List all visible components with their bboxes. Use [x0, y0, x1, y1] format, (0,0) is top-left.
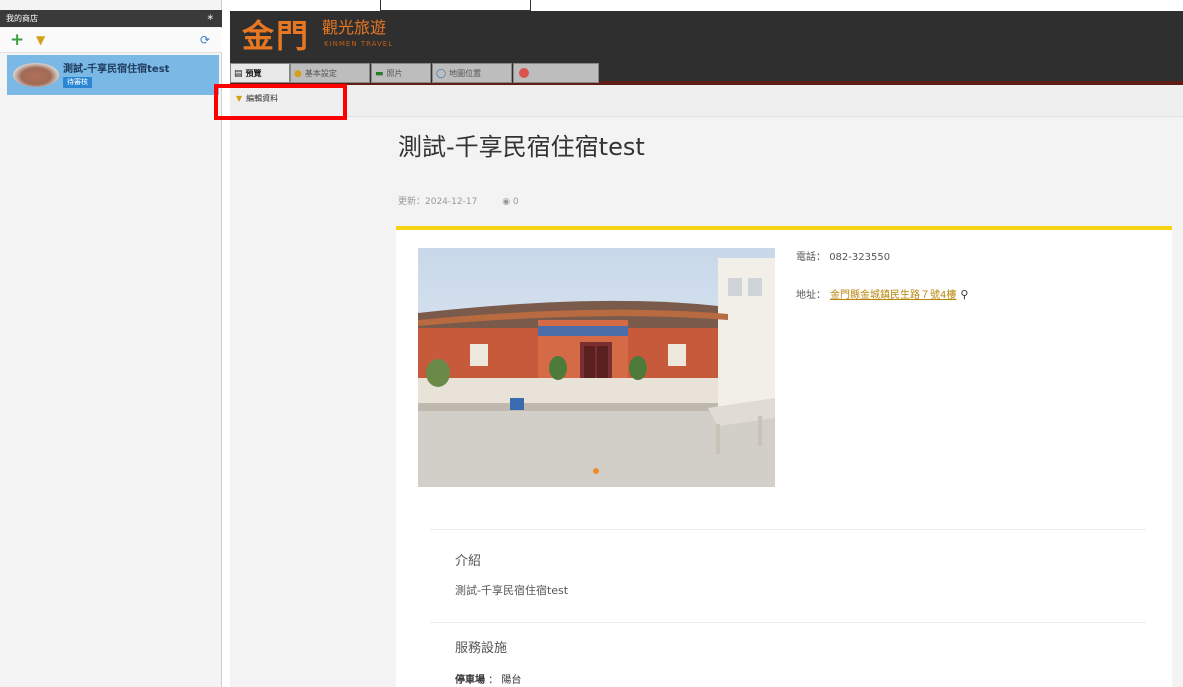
tab-label: 照片: [386, 69, 403, 78]
divider: [430, 622, 1146, 623]
map-pin-icon[interactable]: ⚲: [960, 288, 968, 301]
tab-settings[interactable]: ● 基本設定: [290, 63, 370, 83]
tab-photos[interactable]: ▬ 照片: [371, 63, 431, 83]
intro-heading: 介紹: [455, 554, 482, 569]
photo-icon: ▬: [375, 69, 384, 79]
preview-icon: ▤: [234, 69, 243, 79]
tab-preview[interactable]: ▤ 預覽: [230, 63, 290, 83]
tab-label: 基本設定: [304, 69, 337, 78]
sidebar-title: 我的商店: [6, 14, 38, 23]
updated-date: 更新：2024-12-17: [398, 197, 478, 207]
clock-icon: ◯: [436, 69, 447, 79]
store-name: 測試-千享民宿住宿test: [63, 64, 170, 75]
plus-icon[interactable]: +: [10, 30, 24, 50]
phone-number: 082-323550: [829, 252, 891, 263]
page-meta: 更新：2024-12-17 ◉ 0: [398, 196, 519, 208]
service-label: 停車場: [455, 675, 485, 686]
bulb-icon: ●: [294, 69, 302, 79]
address-label: 地址：: [796, 290, 826, 301]
phone-info: 電話： 082-323550: [796, 251, 890, 265]
sidebar-toolbar: + ▼ ⟳: [0, 28, 222, 53]
highlight-box: [214, 84, 347, 120]
service-separator: ：: [488, 675, 499, 686]
logo-main: 金門: [242, 17, 311, 55]
divider: [430, 529, 1146, 530]
intro-text: 測試-千享民宿住宿test: [455, 584, 569, 597]
service-value: 陽台: [501, 675, 522, 686]
tab-label: 地圖位置: [449, 69, 482, 78]
sidebar-item-store[interactable]: 測試-千享民宿住宿test 待審核: [7, 55, 219, 95]
page-title: 測試-千享民宿住宿test: [398, 133, 645, 161]
services-heading: 服務設施: [455, 641, 508, 656]
app-header: 金門 觀光旅遊 KINMEN TRAVEL: [230, 11, 1183, 61]
eye-icon: ◉: [502, 197, 511, 207]
tab-map[interactable]: ◯ 地圖位置: [432, 63, 512, 83]
address-info: 地址： 金門縣金城鎮民生路７號4樓 ⚲: [796, 288, 968, 303]
sub-toolbar: ▼ 編輯資料: [230, 85, 1183, 117]
logo-subtitle: KINMEN TRAVEL: [324, 40, 394, 48]
close-icon[interactable]: [519, 68, 529, 78]
sidebar: 我的商店 ∗ + ▼ ⟳ 測試-千享民宿住宿test 待審核: [0, 0, 222, 687]
view-count: 0: [512, 197, 519, 207]
sidebar-header: 我的商店 ∗: [0, 10, 222, 27]
store-photo[interactable]: [418, 248, 775, 487]
address-link[interactable]: 金門縣金城鎮民生路７號4樓: [830, 290, 956, 301]
tab-bar: ▤ 預覽 ● 基本設定 ▬ 照片 ◯ 地圖位置: [230, 61, 1183, 85]
bulb-icon[interactable]: ▼: [36, 33, 45, 47]
services-row: 停車場 ： 陽台: [455, 675, 521, 687]
pin-icon[interactable]: ∗: [206, 10, 214, 27]
tab-extra[interactable]: [513, 63, 599, 83]
store-thumbnail: [13, 63, 59, 87]
phone-label: 電話：: [796, 252, 826, 263]
status-badge: 待審核: [63, 77, 92, 88]
tab-label: 預覽: [245, 69, 262, 78]
top-blank-box: [380, 0, 531, 11]
logo-text: 觀光旅遊: [322, 18, 387, 37]
refresh-icon[interactable]: ⟳: [200, 33, 210, 47]
